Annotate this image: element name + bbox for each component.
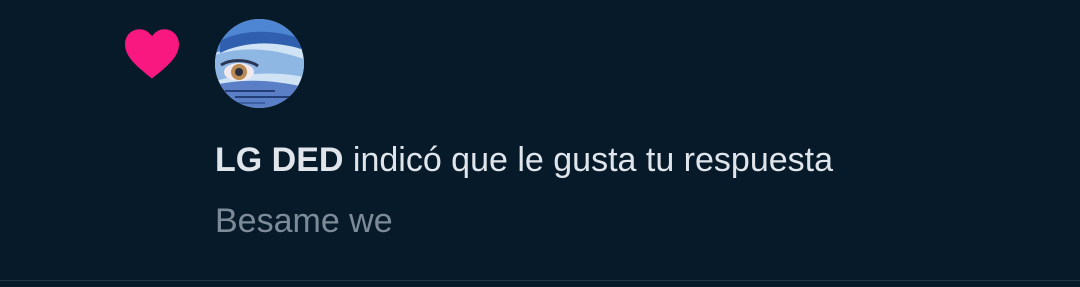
reply-text: Besame we [215,202,393,240]
avatar-image [215,19,304,108]
like-notification[interactable]: LG DED indicó que le gusta tu respuesta … [0,0,1080,280]
user-name[interactable]: LG DED [215,141,343,179]
notification-headline: LG DED indicó que le gusta tu respuesta [215,138,833,182]
user-avatar[interactable] [215,19,304,108]
divider [0,280,1080,281]
action-text: indicó que le gusta tu respuesta [343,141,833,179]
heart-icon [125,29,179,79]
